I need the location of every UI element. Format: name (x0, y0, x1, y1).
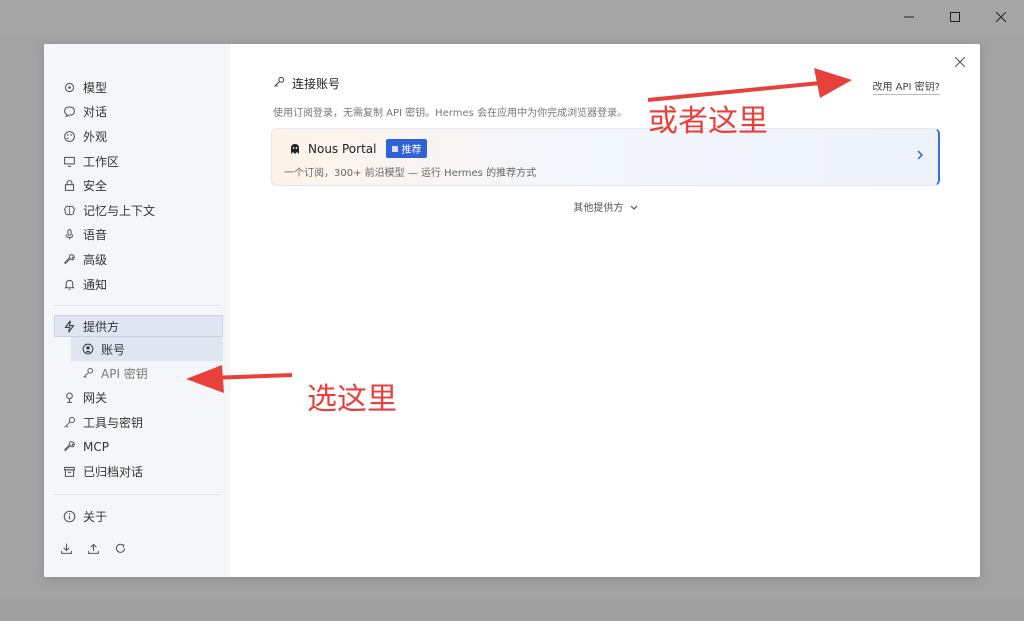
chevron-right-icon (916, 149, 924, 163)
annotation-or-here: 或者这里 (648, 104, 768, 139)
other-providers-label: 其他提供方 (573, 203, 624, 214)
sidebar-item-label: 工作区 (83, 154, 120, 169)
sidebar-bottom-actions (44, 540, 127, 559)
sidebar-item-label: 工具与密钥 (83, 415, 144, 430)
sidebar-item[interactable]: 关于 (44, 504, 231, 529)
user-circle-icon (81, 342, 95, 356)
page-description: 使用订阅登录，无需复制 API 密钥。Hermes 会在应用中为你完成浏览器登录… (273, 108, 628, 119)
sidebar-item-label: API 密钥 (101, 366, 148, 381)
sidebar-item[interactable]: 外观 (44, 124, 231, 149)
sidebar-item-label: 提供方 (83, 319, 120, 334)
cube-icon (62, 80, 76, 94)
page-title-text: 连接账号 (292, 77, 341, 91)
chevron-down-icon (627, 203, 638, 214)
close-window-icon[interactable] (978, 0, 1024, 34)
sidebar-item[interactable]: 工作区 (44, 149, 231, 174)
nous-logo-icon (288, 142, 302, 156)
settings-main: 连接账号 改用 API 密钥? 使用订阅登录，无需复制 API 密钥。Herme… (231, 44, 980, 577)
lock-icon (62, 179, 76, 193)
sidebar-item-label: MCP (83, 439, 109, 454)
sidebar-item-label: 外观 (83, 129, 108, 144)
download-icon[interactable] (60, 540, 73, 559)
settings-dialog: 模型对话外观工作区安全记忆与上下文 语音高级通知提供方账号 API 密钥网关工具与密… (44, 44, 980, 577)
upload-icon[interactable] (87, 540, 100, 559)
key-icon (273, 76, 285, 91)
sidebar-item[interactable]: API 密钥 (71, 361, 223, 385)
status-bar (0, 599, 1024, 621)
monitor-icon (62, 154, 76, 168)
key-icon (62, 415, 76, 429)
sidebar-item[interactable]: 已归档对话 (44, 459, 231, 484)
sidebar-divider (54, 305, 221, 307)
provider-header: Nous Portal 推荐 (288, 139, 428, 158)
provider-description: 一个订阅，300+ 前沿模型 — 运行 Hermes 的推荐方式 (284, 168, 537, 179)
window-controls (886, 0, 1024, 34)
provider-name: Nous Portal (308, 141, 377, 156)
sidebar-item[interactable]: 账号 (71, 337, 223, 362)
sidebar-item[interactable]: MCP (44, 435, 231, 460)
sidebar-item-label: 已归档对话 (83, 464, 144, 479)
sidebar-item[interactable]: 高级 (44, 247, 231, 272)
wrench-icon (62, 252, 76, 266)
refresh-icon[interactable] (114, 540, 127, 559)
maximize-icon[interactable] (932, 0, 978, 34)
sidebar-item[interactable]: 网关 (44, 385, 231, 410)
info-icon (62, 509, 76, 523)
archive-icon (62, 464, 76, 478)
palette-icon (62, 129, 76, 143)
brain-icon (62, 203, 76, 217)
lightning-icon (62, 319, 76, 333)
sidebar-item-label: 对话 (83, 105, 108, 120)
sidebar-item[interactable]: 通知 (44, 272, 231, 297)
sidebar-item[interactable]: 记忆与上下文 (44, 198, 231, 223)
minimize-icon[interactable] (886, 0, 932, 34)
sidebar-item[interactable]: 提供方 (54, 315, 223, 338)
sidebar-item-label: 模型 (83, 80, 108, 95)
sidebar-item-label: 高级 (83, 252, 108, 267)
sidebar-item-label: 记忆与上下文 (83, 203, 156, 218)
title-bar (0, 0, 1024, 34)
sidebar-item-label: 通知 (83, 277, 108, 292)
sidebar-item[interactable]: 模型 (44, 75, 231, 100)
provider-card-nous-portal[interactable]: Nous Portal 推荐 一个订阅，300+ 前沿模型 — 运行 Herme… (271, 128, 940, 186)
sidebar-item-label: 网关 (83, 391, 108, 406)
sidebar-divider (54, 493, 221, 495)
badge-icon (392, 145, 399, 152)
page-title: 连接账号 (273, 75, 340, 92)
sidebar-item[interactable]: 语音 (44, 223, 231, 248)
sidebar-item[interactable]: 对话 (44, 100, 231, 125)
bell-icon (62, 277, 76, 291)
recommended-badge: 推荐 (386, 139, 428, 158)
sidebar-item[interactable]: 安全 (44, 173, 231, 198)
gateway-icon (62, 391, 76, 405)
sidebar-item-label: 账号 (101, 342, 126, 357)
chat-bubble-icon (62, 105, 76, 119)
sidebar-item-label: 安全 (83, 179, 108, 194)
badge-label: 推荐 (401, 145, 422, 156)
other-providers-toggle[interactable]: 其他提供方 (231, 199, 980, 214)
sidebar-item[interactable]: 工具与密钥 (44, 410, 231, 435)
microphone-icon (62, 228, 76, 242)
plug-icon (62, 440, 76, 454)
annotation-choose-here: 选这里 (307, 382, 397, 417)
close-icon[interactable] (952, 54, 968, 70)
key-icon (81, 366, 95, 380)
sidebar-item-label: 语音 (83, 228, 108, 243)
use-api-key-link[interactable]: 改用 API 密钥? (872, 78, 940, 95)
settings-sidebar: 模型对话外观工作区安全记忆与上下文 语音高级通知提供方账号 API 密钥网关工具与密… (44, 44, 231, 577)
sidebar-item-label: 关于 (83, 509, 108, 524)
